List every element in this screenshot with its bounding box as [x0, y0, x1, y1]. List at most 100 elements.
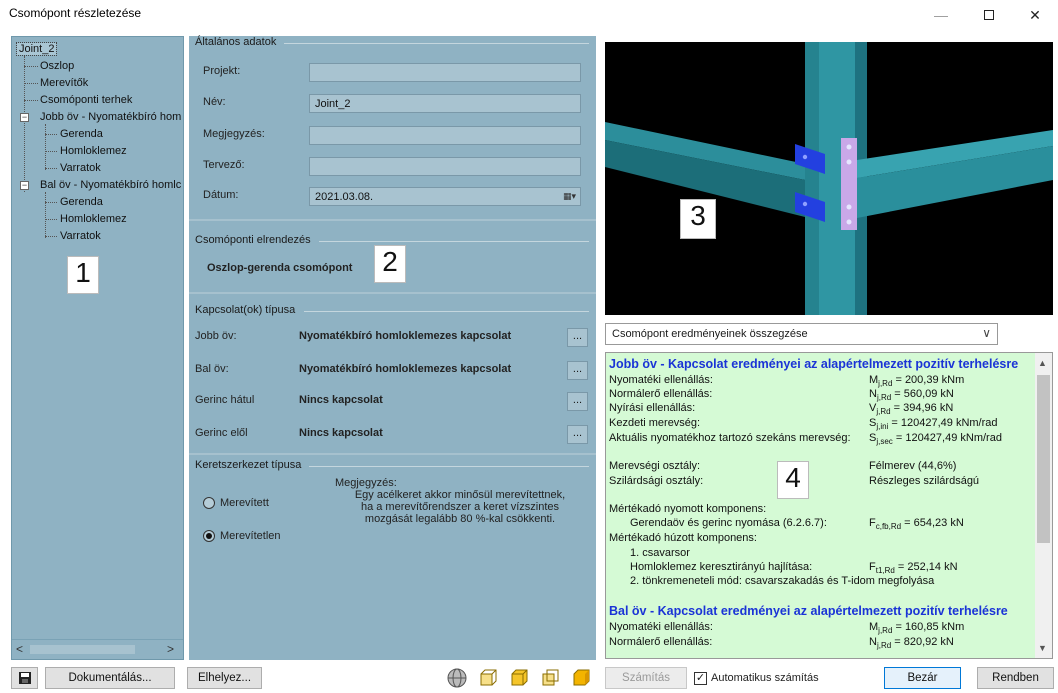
scroll-down-icon[interactable]: ▼	[1038, 643, 1047, 653]
tree-horizontal-scrollbar[interactable]: < >	[12, 639, 183, 659]
tree-connector	[45, 151, 57, 152]
tree-item-right-chord[interactable]: Jobb öv - Nyomatékbíró hom	[40, 111, 181, 123]
collapse-icon[interactable]: −	[20, 113, 29, 122]
bolt	[802, 154, 808, 160]
scroll-up-icon[interactable]: ▲	[1038, 358, 1047, 368]
group-separator	[189, 219, 596, 221]
document-button[interactable]: Dokumentálás...	[45, 667, 175, 689]
tree-item-end-plate[interactable]: Homloklemez	[60, 145, 127, 157]
group-line	[284, 43, 589, 44]
collapse-icon[interactable]: −	[20, 181, 29, 190]
tree-connector	[45, 219, 57, 220]
close-button[interactable]: Bezár	[884, 667, 961, 689]
place-button[interactable]: Elhelyez...	[187, 667, 262, 689]
project-field[interactable]	[309, 63, 581, 82]
3d-model-viewport[interactable]	[605, 42, 1053, 315]
left-chord-edit-button[interactable]: ...	[567, 361, 588, 380]
results-view-dropdown[interactable]: Csomópont eredményeinek összegzése ∨	[605, 323, 998, 345]
unbraced-radio[interactable]	[203, 530, 215, 542]
frame-note-line: mozgását legalább 80 %-kal csökkenti.	[364, 513, 556, 525]
left-chord-connection: Nyomatékbíró homloklemezes kapcsolat	[299, 363, 512, 375]
result-label: Nyomatéki ellenállás:	[609, 621, 713, 633]
unbraced-label[interactable]: Merevítetlen	[220, 530, 281, 542]
group-line	[304, 311, 589, 312]
tree-connector	[45, 202, 57, 203]
stiffness-class-label: Merevségi osztály:	[609, 460, 701, 472]
result-value: Sj,sec = 120427,49 kNm/rad	[869, 432, 1002, 447]
right-chord-edit-button[interactable]: ...	[567, 328, 588, 347]
close-window-button[interactable]: ✕	[1012, 0, 1058, 30]
comment-field[interactable]	[309, 126, 581, 145]
scroll-right-icon[interactable]: >	[167, 642, 174, 656]
group-line	[319, 241, 589, 242]
ok-button[interactable]: Rendben	[977, 667, 1054, 689]
tree-connector	[24, 56, 25, 192]
wireframe-view-button[interactable]	[477, 667, 499, 689]
window-title: Csomópont részletezése	[9, 6, 142, 20]
right-chord-label: Jobb öv:	[195, 330, 237, 342]
tree-item-loads[interactable]: Csomóponti terhek	[40, 94, 132, 106]
date-value: 2021.03.08.	[315, 191, 374, 203]
plate-bending-value: Ft1,Rd = 252,14 kN	[869, 561, 958, 576]
render-view-button[interactable]	[446, 667, 468, 689]
right-chord-results-heading: Jobb öv - Kapcsolat eredményei az alapér…	[609, 357, 1019, 371]
right-end-plate	[841, 138, 857, 230]
shaded-view-button[interactable]	[570, 667, 592, 689]
bolt	[846, 204, 852, 210]
result-label: Kezdeti merevség:	[609, 417, 701, 429]
transparent-view-button[interactable]	[539, 667, 561, 689]
tree-item-left-chord[interactable]: Bal öv - Nyomatékbíró homlc	[40, 179, 181, 191]
solid-view-button[interactable]	[508, 667, 530, 689]
results-vertical-scrollbar[interactable]: ▲ ▼	[1035, 353, 1052, 658]
braced-radio[interactable]	[203, 497, 215, 509]
minimize-button[interactable]: —	[918, 0, 964, 30]
web-back-edit-button[interactable]: ...	[567, 392, 588, 411]
joint-tree[interactable]: Joint_2 Oszlop Merevítők Csomóponti terh…	[12, 37, 183, 637]
result-label: Normálerő ellenállás:	[609, 636, 713, 648]
name-field[interactable]: Joint_2	[309, 94, 581, 113]
tree-item-welds[interactable]: Varratok	[60, 230, 101, 242]
name-label: Név:	[203, 96, 226, 108]
layout-value: Oszlop-gerenda csomópont	[207, 262, 353, 274]
connections-group-title: Kapcsolat(ok) típusa	[195, 304, 296, 316]
tree-item-column[interactable]: Oszlop	[40, 60, 74, 72]
marker-4: 4	[777, 461, 809, 499]
scrollbar-thumb[interactable]	[30, 645, 135, 654]
designer-field[interactable]	[309, 157, 581, 176]
tree-root[interactable]: Joint_2	[15, 42, 58, 56]
bolt	[846, 144, 852, 150]
chevron-down-icon[interactable]: ∨	[982, 326, 991, 340]
save-button[interactable]	[11, 667, 38, 689]
tree-item-braces[interactable]: Merevítők	[40, 77, 88, 89]
frame-note-label: Megjegyzés:	[335, 477, 397, 489]
transparent-cube-icon	[542, 669, 559, 686]
properties-panel: Általános adatok Projekt: Név: Joint_2 M…	[189, 36, 596, 660]
scroll-left-icon[interactable]: <	[16, 642, 23, 656]
marker-1: 1	[67, 256, 99, 294]
maximize-button[interactable]	[966, 0, 1012, 30]
results-panel[interactable]: Jobb öv - Kapcsolat eredményei az alapér…	[605, 352, 1053, 659]
tree-item-end-plate[interactable]: Homloklemez	[60, 213, 127, 225]
group-separator	[189, 292, 596, 294]
auto-calc-label[interactable]: Automatikus számítás	[711, 672, 819, 684]
bolt	[846, 159, 852, 165]
web-back-label: Gerinc hátul	[195, 394, 255, 406]
project-label: Projekt:	[203, 65, 241, 77]
tree-item-welds[interactable]: Varratok	[60, 162, 101, 174]
result-value: Sj,ini = 120427,49 kNm/rad	[869, 417, 998, 432]
calendar-dropdown-icon[interactable]: ▦▾	[563, 191, 576, 202]
strength-class-label: Szilárdsági osztály:	[609, 475, 704, 487]
braced-label[interactable]: Merevített	[220, 497, 269, 509]
scrollbar-thumb[interactable]	[1037, 375, 1050, 543]
wireframe-cube-icon	[480, 669, 497, 686]
joint-3d-model	[605, 42, 1053, 315]
frame-note-line: Egy acélkeret akkor minősül merevítettne…	[354, 489, 566, 501]
tree-item-beam[interactable]: Gerenda	[60, 196, 103, 208]
tree-item-beam[interactable]: Gerenda	[60, 128, 103, 140]
web-front-edit-button[interactable]: ...	[567, 425, 588, 444]
right-chord-connection: Nyomatékbíró homloklemezes kapcsolat	[299, 330, 512, 342]
layout-group-title: Csomóponti elrendezés	[195, 234, 311, 246]
calculate-button[interactable]: Számítás	[605, 667, 687, 689]
auto-calc-checkbox[interactable]: ✓	[694, 672, 707, 685]
date-picker[interactable]: 2021.03.08. ▦▾	[309, 187, 581, 206]
